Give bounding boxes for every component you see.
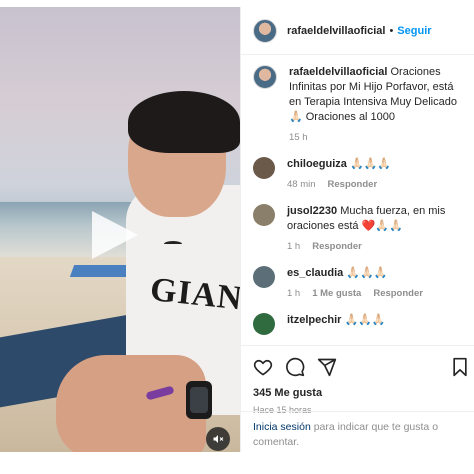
speaker-muted-icon-glyph	[213, 435, 224, 443]
jersey-logo	[164, 241, 182, 247]
comment-item: chiloeguiza 🙏🏻🙏🏻🙏🏻 48 min Responder	[253, 157, 462, 192]
post-header: rafaeldelvillaoficial • Seguir	[241, 7, 474, 55]
reply-button[interactable]: Responder	[373, 286, 423, 301]
speaker-muted-icon[interactable]	[206, 427, 230, 451]
action-bar	[241, 345, 474, 387]
comment-time: 1 h	[287, 288, 301, 299]
comment-username[interactable]: es_claudia	[287, 267, 343, 279]
login-prompt: Inicia sesión para indicar que te gusta …	[241, 411, 474, 458]
likes-count[interactable]: 345 Me gusta	[241, 387, 474, 399]
comment-likes[interactable]: 1 Me gusta	[312, 286, 361, 301]
commenter-avatar[interactable]	[253, 313, 275, 335]
caption-avatar[interactable]	[253, 65, 277, 89]
reply-button[interactable]: Responder	[312, 239, 362, 254]
commenter-avatar[interactable]	[253, 266, 275, 288]
caption-time: 15 h	[289, 132, 308, 143]
comment-item: es_claudia 🙏🏻🙏🏻🙏🏻 1 h 1 Me gusta Respond…	[253, 266, 462, 301]
post-details-panel: rafaeldelvillaoficial • Seguir rafaeldel…	[240, 7, 474, 452]
share-icon[interactable]	[317, 357, 337, 377]
separator-dot: •	[389, 24, 394, 37]
post-video[interactable]: GIANT	[0, 7, 240, 452]
heart-icon[interactable]	[253, 357, 273, 377]
comment-username[interactable]: chiloeguiza	[287, 158, 347, 170]
comment-text: 🙏🏻🙏🏻🙏🏻	[344, 314, 386, 326]
comment-text: 🙏🏻🙏🏻🙏🏻	[349, 158, 392, 170]
comment-time: 48 min	[287, 179, 316, 190]
caption: rafaeldelvillaoficial Oraciones Infinita…	[253, 65, 462, 145]
commenter-avatar[interactable]	[253, 204, 275, 226]
smartwatch-face	[190, 387, 208, 413]
comment-text: 🙏🏻🙏🏻🙏🏻	[346, 267, 388, 279]
bookmark-icon[interactable]	[450, 357, 470, 377]
comment-item: itzelpechir 🙏🏻🙏🏻🙏🏻	[253, 313, 462, 335]
towel	[69, 265, 135, 277]
author-avatar[interactable]	[253, 18, 277, 43]
comment-username[interactable]: jusol2230	[287, 205, 337, 217]
comment-item: jusol2230 Mucha fuerza, en mis oraciones…	[253, 204, 462, 254]
author-username[interactable]: rafaeldelvillaoficial	[287, 25, 385, 37]
comment-icon[interactable]	[285, 357, 305, 377]
reply-button[interactable]: Responder	[328, 177, 378, 192]
caption-username[interactable]: rafaeldelvillaoficial	[289, 66, 387, 78]
follow-button[interactable]: Seguir	[397, 25, 431, 37]
play-icon[interactable]	[92, 211, 138, 259]
login-link[interactable]: Inicia sesión	[253, 421, 311, 433]
person-hair	[128, 91, 240, 153]
person-arm	[56, 355, 206, 452]
comment-time: 1 h	[287, 241, 301, 252]
commenter-avatar[interactable]	[253, 157, 275, 179]
comment-username[interactable]: itzelpechir	[287, 314, 341, 326]
comments-list[interactable]: rafaeldelvillaoficial Oraciones Infinita…	[241, 55, 474, 345]
